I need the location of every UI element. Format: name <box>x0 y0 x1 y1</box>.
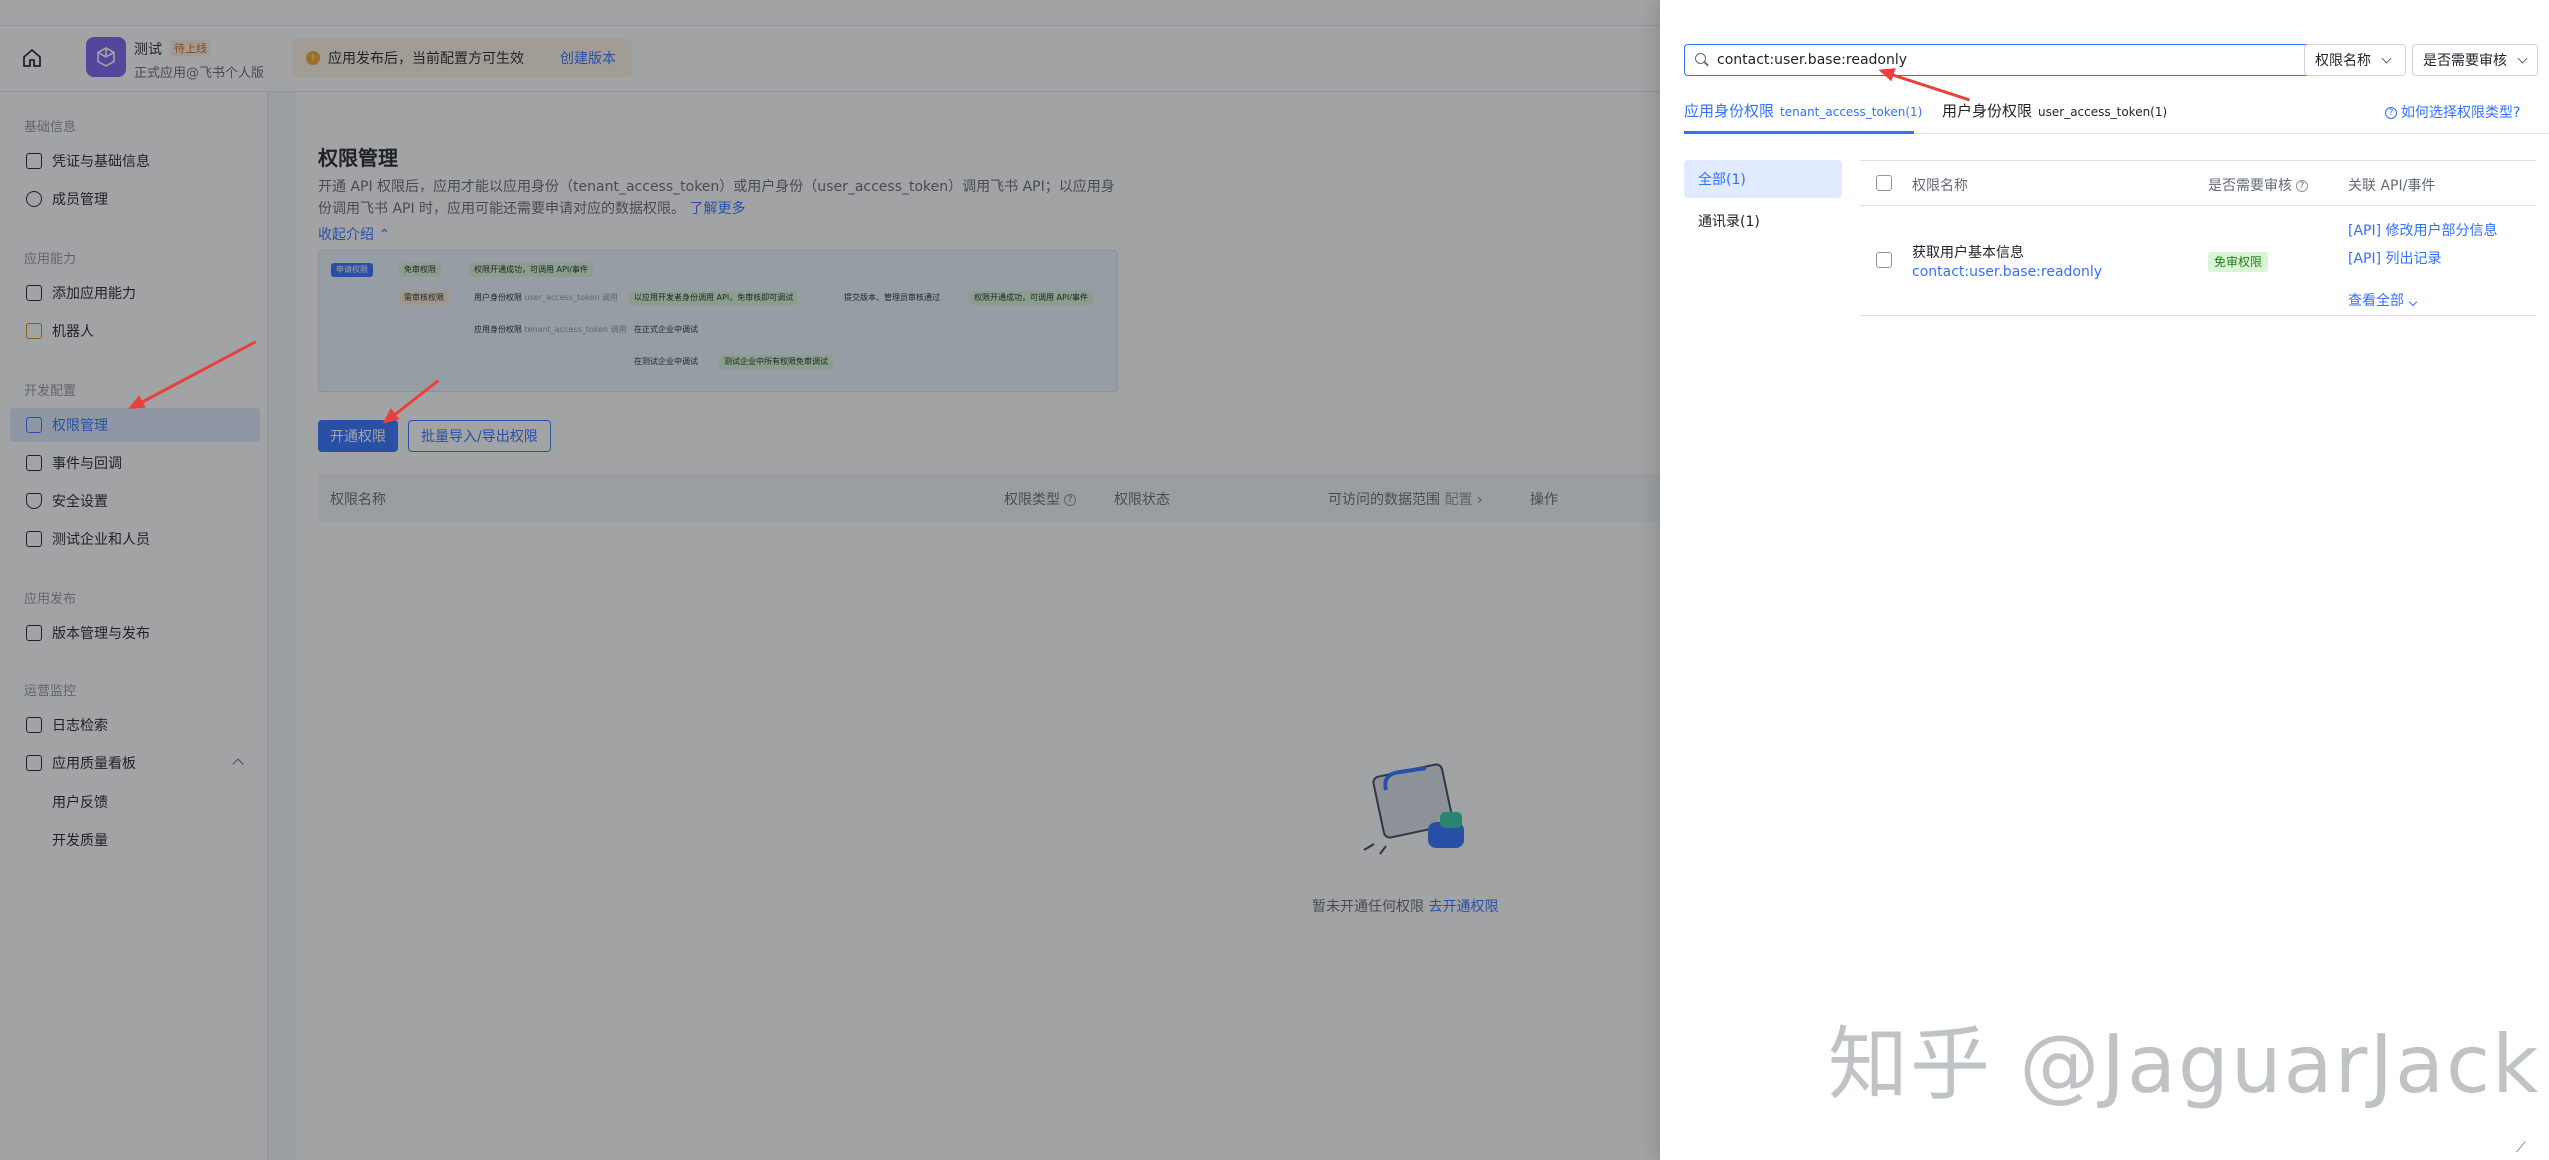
resize-handle-icon[interactable]: ⟋ <box>2516 1140 2526 1156</box>
free-review-badge: 免审权限 <box>2208 252 2269 272</box>
api-link-list-records[interactable]: [API] 列出记录 <box>2348 248 2442 268</box>
view-all-link[interactable]: 查看全部 <box>2348 290 2418 310</box>
permission-drawer: 权限名称 是否需要审核 应用身份权限 tenant_access_token(1)… <box>1660 0 2549 1160</box>
category-all[interactable]: 全部(1) <box>1684 160 1842 198</box>
permission-list-header: 权限名称 是否需要审核? 关联 API/事件 <box>1860 160 2536 206</box>
filter-review-select[interactable]: 是否需要审核 <box>2412 44 2538 76</box>
col-api: 关联 API/事件 <box>2348 178 2436 194</box>
permission-scope: contact:user.base:readonly <box>1912 264 2103 280</box>
permission-search-box[interactable] <box>1684 44 2324 76</box>
tab-label: 应用身份权限 <box>1684 102 1775 120</box>
select-all-checkbox[interactable] <box>1876 175 1892 191</box>
how-to-choose-link[interactable]: ? 如何选择权限类型? <box>2385 102 2520 122</box>
chevron-down-icon <box>2381 53 2392 63</box>
table-row[interactable]: 获取用户基本信息 contact:user.base:readonly 免审权限… <box>1860 206 2536 316</box>
modal-overlay[interactable] <box>0 0 1660 1160</box>
chevron-down-icon <box>2408 297 2418 307</box>
chevron-down-icon <box>2517 53 2528 63</box>
watermark: 知乎 @JaguarJack <box>1828 1018 2541 1111</box>
tab-sub: user_access_token(1) <box>2038 105 2168 119</box>
filter-permission-name-select[interactable]: 权限名称 <box>2304 44 2406 76</box>
tab-sub: tenant_access_token(1) <box>1780 105 1923 119</box>
active-tab-indicator <box>1684 131 1914 134</box>
permission-name: 获取用户基本信息 <box>1912 245 2024 261</box>
search-icon <box>1695 53 1709 67</box>
help-icon[interactable]: ? <box>2296 180 2308 192</box>
filter-label: 是否需要审核 <box>2423 53 2507 69</box>
col-name: 权限名称 <box>1912 178 1968 194</box>
filter-label: 权限名称 <box>2315 53 2371 69</box>
category-contacts[interactable]: 通讯录(1) <box>1684 202 1842 240</box>
help-text: 如何选择权限类型? <box>2401 105 2521 121</box>
row-checkbox[interactable] <box>1876 252 1892 268</box>
help-icon: ? <box>2385 107 2397 119</box>
tab-label: 用户身份权限 <box>1942 102 2033 120</box>
tab-tenant-token[interactable]: 应用身份权限 tenant_access_token(1) <box>1684 100 1922 121</box>
permission-search-input[interactable] <box>1717 52 2307 68</box>
col-review: 是否需要审核? <box>2208 175 2308 195</box>
view-all-label: 查看全部 <box>2348 293 2404 309</box>
tab-user-token[interactable]: 用户身份权限 user_access_token(1) <box>1942 100 2167 121</box>
col-review-label: 是否需要审核 <box>2208 178 2292 194</box>
api-link-update-user[interactable]: [API] 修改用户部分信息 <box>2348 220 2498 240</box>
